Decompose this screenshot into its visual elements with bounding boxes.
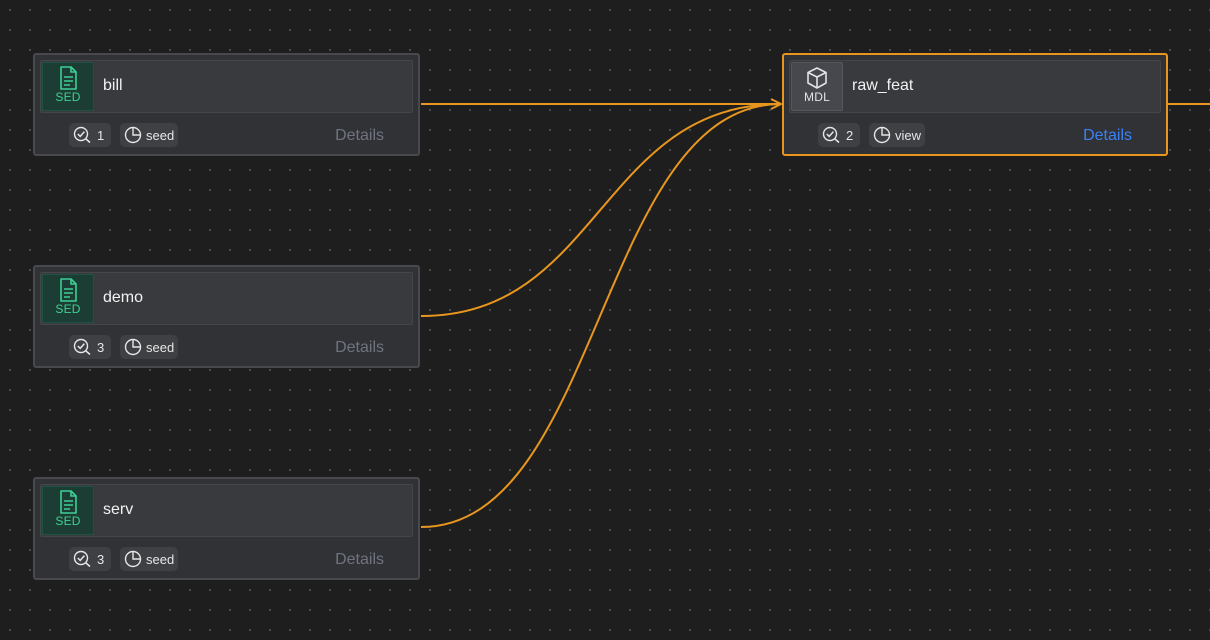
node-name: demo <box>103 289 144 306</box>
badge-label: SED <box>55 302 81 316</box>
pie-chart-icon <box>124 338 142 356</box>
test-check-icon <box>73 338 91 356</box>
node-demo[interactable]: SED demo 3 seed Details <box>33 265 420 368</box>
tests-chip[interactable]: 1 <box>69 123 111 147</box>
badge-label: SED <box>55 90 81 104</box>
tests-chip[interactable]: 3 <box>69 547 111 571</box>
seed-badge: SED <box>42 274 94 323</box>
node-serv[interactable]: SED serv 3 seed Details <box>33 477 420 580</box>
materialization-label: seed <box>146 551 175 567</box>
pie-chart-icon <box>124 550 142 568</box>
node-header[interactable]: SED serv <box>40 484 413 537</box>
tests-chip[interactable]: 2 <box>818 123 860 147</box>
materialization-label: seed <box>146 339 175 355</box>
badge-label: MDL <box>804 90 830 104</box>
materialization-label: seed <box>146 127 175 143</box>
tests-count: 1 <box>97 127 105 143</box>
node-footer: 2 view Details <box>784 119 1166 149</box>
tests-count: 2 <box>846 127 854 143</box>
details-link[interactable]: Details <box>335 339 384 357</box>
seed-badge: SED <box>42 486 94 535</box>
details-link[interactable]: Details <box>335 551 384 569</box>
badge-label: SED <box>55 514 81 528</box>
test-check-icon <box>73 126 91 144</box>
materialization-chip[interactable]: view <box>869 123 926 147</box>
test-check-icon <box>73 550 91 568</box>
test-check-icon <box>822 126 840 144</box>
file-text-icon <box>60 66 77 90</box>
edge-serv-to-raw_feat[interactable] <box>420 103 782 528</box>
cube-icon <box>807 67 827 89</box>
node-name: serv <box>103 501 134 518</box>
pie-chart-icon <box>124 126 142 144</box>
edge-demo-to-raw_feat[interactable] <box>420 103 782 317</box>
node-footer: 1 seed Details <box>35 119 418 149</box>
node-header[interactable]: MDL raw_feat <box>789 60 1161 113</box>
materialization-label: view <box>895 127 922 143</box>
node-bill[interactable]: SED bill 1 seed Details <box>33 53 420 156</box>
node-raw_feat[interactable]: MDL raw_feat 2 view Details <box>782 53 1168 156</box>
pie-chart-icon <box>873 126 891 144</box>
tests-count: 3 <box>97 551 105 567</box>
node-footer: 3 seed Details <box>35 331 418 361</box>
seed-badge: SED <box>42 62 94 111</box>
materialization-chip[interactable]: seed <box>120 123 179 147</box>
materialization-chip[interactable]: seed <box>120 335 179 359</box>
node-header[interactable]: SED bill <box>40 60 413 113</box>
details-link[interactable]: Details <box>1083 127 1132 145</box>
tests-count: 3 <box>97 339 105 355</box>
node-name: bill <box>103 77 123 94</box>
model-badge: MDL <box>791 62 843 111</box>
file-text-icon <box>60 278 77 302</box>
node-name: raw_feat <box>852 77 914 94</box>
file-text-icon <box>60 490 77 514</box>
node-footer: 3 seed Details <box>35 543 418 573</box>
materialization-chip[interactable]: seed <box>120 547 179 571</box>
node-header[interactable]: SED demo <box>40 272 413 325</box>
details-link[interactable]: Details <box>335 127 384 145</box>
tests-chip[interactable]: 3 <box>69 335 111 359</box>
